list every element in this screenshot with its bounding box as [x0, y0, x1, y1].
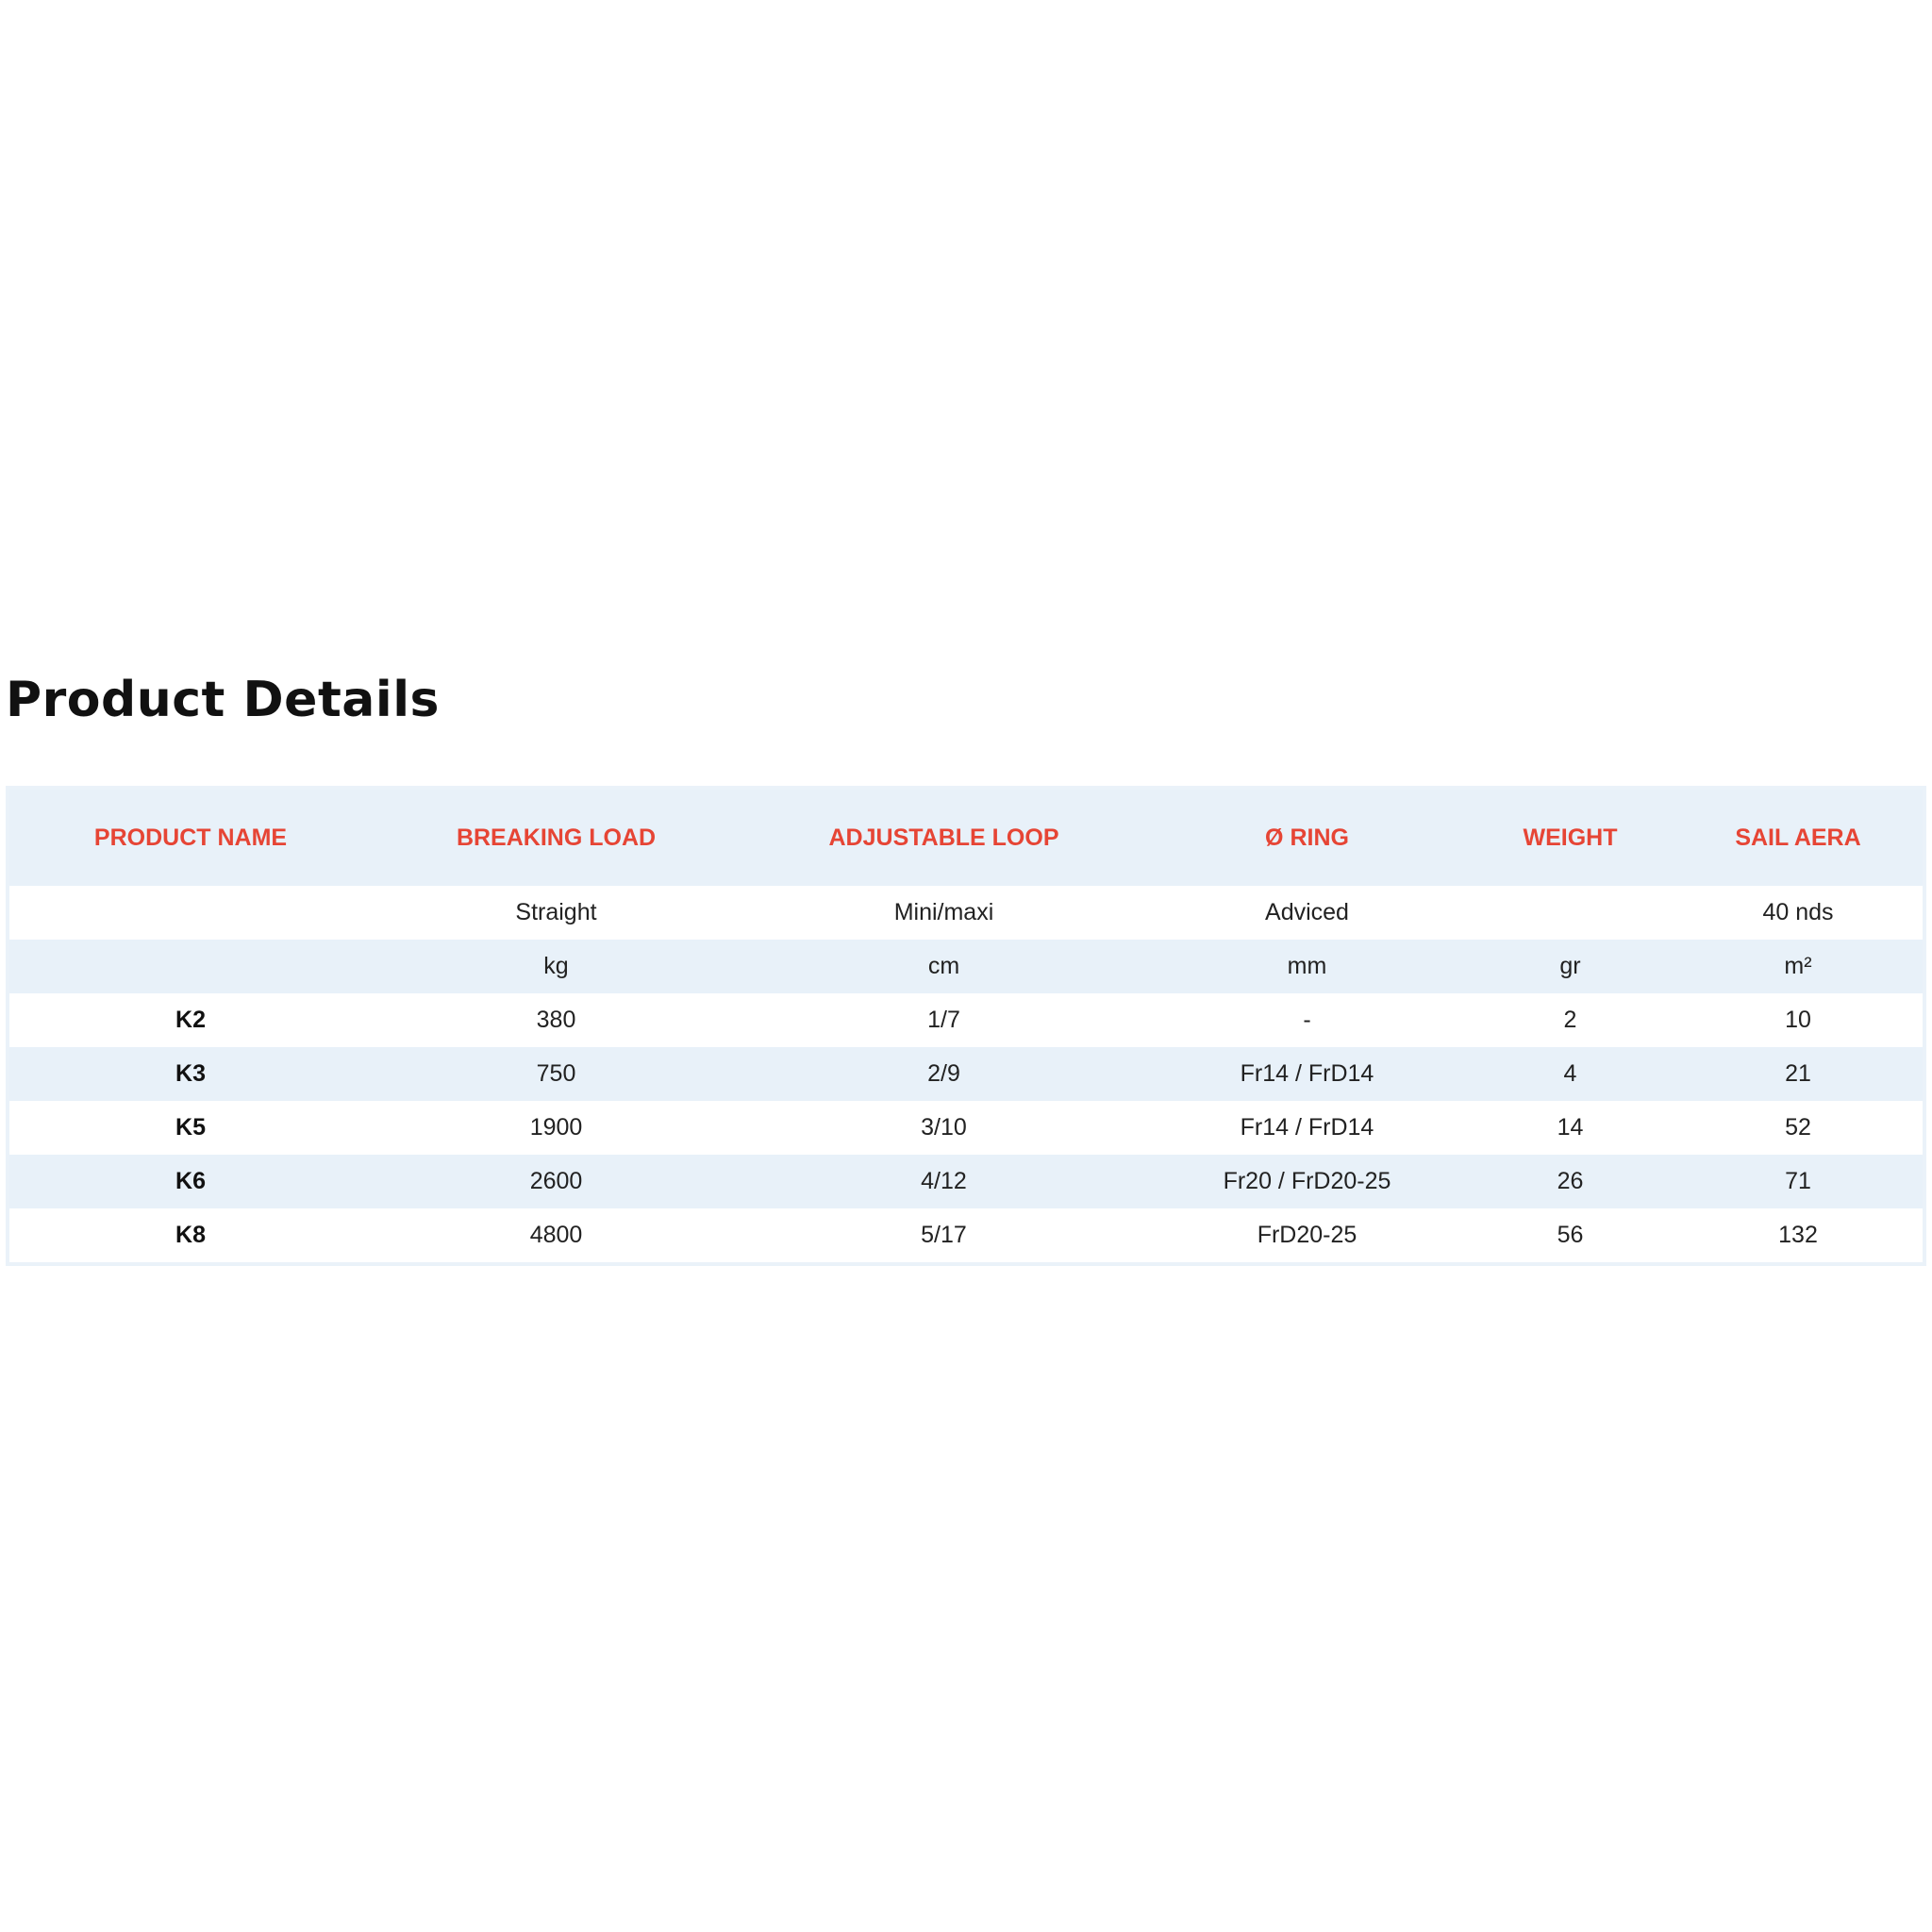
table-cell: 52: [1785, 1114, 1811, 1141]
subheader-row-units: kg cm mm gr m²: [9, 940, 1923, 993]
table-row: K8 4800 5/17 FrD20-25 56 132: [9, 1208, 1923, 1262]
header-ring: Ø RING: [1265, 824, 1349, 851]
table-cell: Fr14 / FrD14: [1240, 1114, 1374, 1141]
table-cell: 40 nds: [1762, 899, 1834, 925]
table-cell: mm: [1287, 953, 1327, 979]
table-cell: kg: [543, 953, 569, 979]
table-cell: Straight: [515, 899, 597, 925]
table-cell: cm: [927, 953, 960, 979]
page-title: Product Details: [6, 672, 440, 728]
table-cell: Fr14 / FrD14: [1240, 1060, 1374, 1087]
product-name-cell: K2: [175, 1007, 206, 1033]
header-weight: WEIGHT: [1523, 824, 1618, 851]
table-cell: gr: [1559, 953, 1581, 979]
table-cell: 2/9: [927, 1060, 960, 1087]
table-cell: [9, 886, 372, 940]
product-name-cell: K5: [175, 1114, 206, 1141]
table-cell: 2: [1563, 1007, 1577, 1033]
table-cell: 5/17: [921, 1222, 967, 1248]
table-cell: 21: [1785, 1060, 1811, 1087]
table-cell: 380: [536, 1007, 576, 1033]
table-cell: 3/10: [921, 1114, 967, 1141]
table-cell: 1900: [529, 1114, 583, 1141]
table-cell: 2600: [529, 1168, 583, 1194]
subheader-row-condition: Straight Mini/maxi Adviced 40 nds: [9, 886, 1923, 940]
product-name-cell: K8: [175, 1222, 206, 1248]
table-cell: 10: [1785, 1007, 1811, 1033]
table-cell: 26: [1557, 1168, 1584, 1194]
product-name-cell: K3: [175, 1060, 206, 1087]
table-cell: -: [1303, 1007, 1311, 1033]
header-product-name: PRODUCT NAME: [93, 824, 288, 851]
table-row: K6 2600 4/12 Fr20 / FrD20-25 26 71: [9, 1155, 1923, 1208]
table-cell: 14: [1557, 1114, 1584, 1141]
table-row: K2 380 1/7 - 2 10: [9, 993, 1923, 1047]
table-cell: Fr20 / FrD20-25: [1223, 1168, 1391, 1194]
table-cell: FrD20-25: [1257, 1222, 1357, 1248]
table-row: K5 1900 3/10 Fr14 / FrD14 14 52: [9, 1101, 1923, 1155]
table-cell: [1467, 886, 1674, 940]
product-name-cell: K6: [175, 1168, 206, 1194]
table-cell: [9, 940, 372, 993]
header-sail-aera: SAIL AERA: [1735, 824, 1861, 851]
table-cell: Adviced: [1265, 899, 1349, 925]
table-cell: 71: [1785, 1168, 1811, 1194]
table-cell: 4: [1563, 1060, 1577, 1087]
table-cell: Mini/maxi: [893, 899, 994, 925]
table-row: K3 750 2/9 Fr14 / FrD14 4 21: [9, 1047, 1923, 1101]
table-cell: 132: [1778, 1222, 1818, 1248]
table-cell: m²: [1784, 953, 1812, 979]
table-header-row: PRODUCT NAME BREAKING LOAD ADJUSTABLE LO…: [9, 790, 1923, 886]
table-cell: 4800: [529, 1222, 583, 1248]
product-details-table: PRODUCT NAME BREAKING LOAD ADJUSTABLE LO…: [6, 786, 1926, 1266]
table-cell: 750: [536, 1060, 576, 1087]
header-breaking-load: BREAKING LOAD: [456, 824, 657, 851]
header-adjustable-loop: ADJUSTABLE LOOP: [828, 824, 1059, 851]
table-cell: 4/12: [921, 1168, 967, 1194]
table-cell: 56: [1557, 1222, 1584, 1248]
table-cell: 1/7: [927, 1007, 960, 1033]
